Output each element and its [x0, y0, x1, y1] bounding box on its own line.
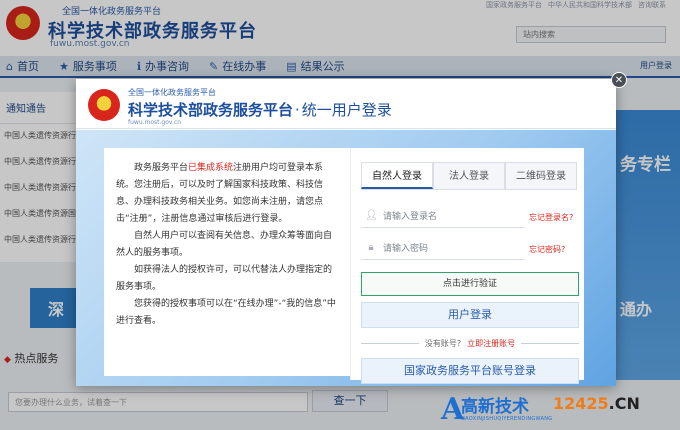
watermark-cn: 高新技术	[461, 397, 529, 417]
tab-natural-person[interactable]: 自然人登录	[361, 162, 433, 189]
forgot-password-link[interactable]: 忘记密码?	[529, 244, 565, 255]
info-text: 政务服务平台	[134, 163, 189, 173]
username-field[interactable]: 👤︎ 请输入登录名	[361, 204, 525, 228]
modal-title-suffix: 统一用户登录	[301, 101, 392, 119]
modal-title-separator: ·	[295, 101, 300, 119]
info-paragraph-1: 政务服务平台已集成系统注册用户均可登录本系统。您注册后，可以及时了解国家科技政策…	[116, 160, 338, 228]
forgot-username-link[interactable]: 忘记登录名?	[529, 212, 573, 223]
password-placeholder: 请输入密码	[383, 244, 429, 254]
divider	[361, 342, 419, 344]
lock-icon: 🔒︎	[368, 242, 374, 253]
watermark-letter: A	[441, 392, 465, 427]
username-placeholder: 请输入登录名	[383, 212, 438, 222]
modal-domain: fuwu.most.gov.cn	[128, 119, 182, 126]
gov-platform-login-button[interactable]: 国家政务服务平台账号登录	[361, 358, 579, 384]
login-modal: 全国一体化政务服务平台 科学技术部政务服务平台 · 统一用户登录 fuwu.most…	[76, 79, 616, 386]
national-emblem-icon	[88, 89, 120, 121]
close-icon[interactable]: ✕	[611, 72, 627, 88]
register-line: 没有账号? 立即注册账号	[361, 336, 579, 350]
divider	[521, 342, 579, 344]
watermark-tld: .CN	[608, 394, 640, 413]
user-icon: 👤︎	[365, 210, 378, 221]
info-paragraph-3: 如获得法人的授权许可，可以代替法人办理指定的服务事项。	[116, 265, 333, 292]
modal-title-main: 科学技术部政务服务平台	[128, 101, 294, 119]
login-tabs: 自然人登录 法人登录 二维码登录	[361, 162, 577, 190]
info-paragraph-4: 您获得的授权事项可以在“在线办理”-“我的信息”中进行查看。	[116, 299, 336, 326]
info-highlight: 已集成系统	[188, 163, 234, 173]
site-watermark: A 高新技术 GAOXINJISHUQIYERENDINGWANG 12425.…	[441, 392, 680, 430]
register-link[interactable]: 立即注册账号	[467, 338, 515, 349]
modal-header: 全国一体化政务服务平台 科学技术部政务服务平台 · 统一用户登录 fuwu.most…	[76, 79, 616, 129]
watermark-num: 12425	[553, 394, 609, 413]
verify-button[interactable]: 点击进行验证	[361, 272, 579, 296]
modal-body: 政务服务平台已集成系统注册用户均可登录本系统。您注册后，可以及时了解国家科技政策…	[76, 130, 616, 386]
no-account-text: 没有账号?	[424, 338, 462, 348]
login-form: 自然人登录 法人登录 二维码登录 👤︎ 请输入登录名 忘记登录名? 🔒︎ 请输入…	[350, 148, 584, 384]
modal-subtitle: 全国一体化政务服务平台	[128, 88, 216, 97]
watermark-number: 12425.CN	[553, 394, 640, 413]
tab-qr-code[interactable]: 二维码登录	[505, 162, 577, 189]
info-paragraph-2: 自然人用户可以查阅有关信息、办理众筹等面向自然人的服务事项。	[116, 231, 333, 258]
modal-title: 科学技术部政务服务平台 · 统一用户登录	[128, 99, 392, 120]
password-field[interactable]: 🔒︎ 请输入密码	[361, 236, 525, 260]
tab-legal-person[interactable]: 法人登录	[433, 162, 505, 189]
login-info-panel: 政务服务平台已集成系统注册用户均可登录本系统。您注册后，可以及时了解国家科技政策…	[104, 148, 350, 376]
watermark-pinyin: GAOXINJISHUQIYERENDINGWANG	[461, 416, 553, 422]
login-button[interactable]: 用户登录	[361, 302, 579, 328]
